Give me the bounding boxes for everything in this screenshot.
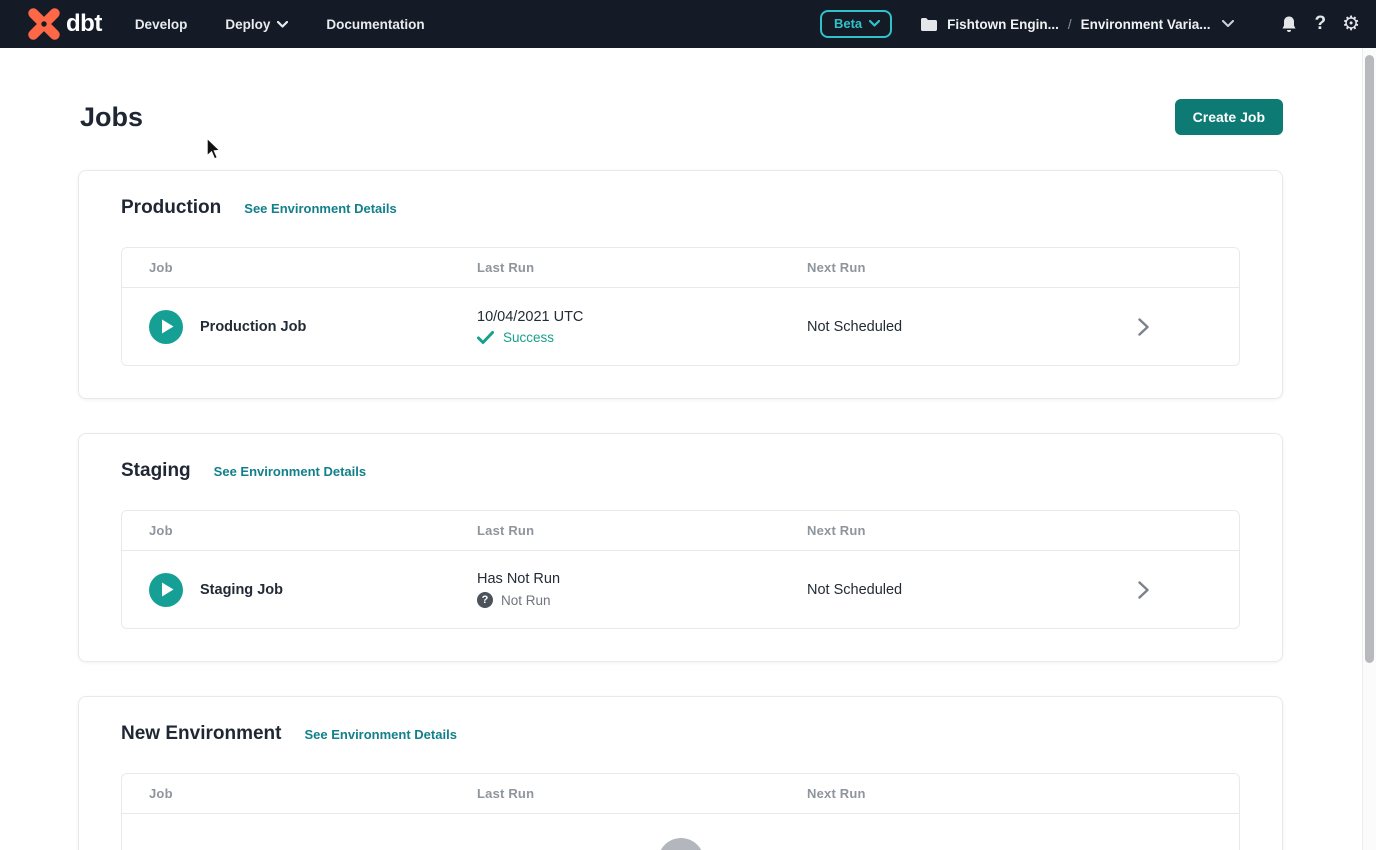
nav-right: Beta Fishtown Engin... / Environment Var… [820,10,1360,38]
gear-icon: ⚙ [1342,14,1360,34]
nav-link-develop[interactable]: Develop [135,17,188,32]
environment-card-header: New Environment See Environment Details [121,723,1240,745]
last-run-cell: Has Not Run ? Not Run [477,571,807,608]
nav-link-deploy[interactable]: Deploy [225,17,288,32]
column-header-job: Job [122,523,477,538]
play-icon [161,582,174,597]
page-header: Jobs Create Job [78,98,1283,136]
breadcrumb-project[interactable]: Fishtown Engin... [947,17,1059,32]
last-run-status: ? Not Run [477,592,807,608]
beta-label: Beta [834,16,862,31]
create-job-button[interactable]: Create Job [1175,99,1283,135]
column-header-last-run: Last Run [477,523,807,538]
last-run-date: Has Not Run [477,571,807,587]
row-chevron[interactable] [1138,318,1240,336]
last-run-status: Success [477,330,807,345]
dbt-logo-icon [26,6,62,42]
primary-nav: Develop Deploy Documentation [135,17,463,32]
environment-name: New Environment [121,723,281,745]
chevron-down-icon [1222,20,1234,28]
job-row-staging[interactable]: Staging Job Has Not Run ? Not Run Not Sc… [122,551,1239,628]
run-job-button[interactable] [149,573,183,607]
row-chevron[interactable] [1138,581,1240,599]
dbt-logo[interactable]: dbt [26,6,102,42]
jobs-table: Job Last Run Next Run Production Job 10/… [121,247,1240,366]
nav-link-develop-label: Develop [135,17,188,32]
run-job-button[interactable] [149,310,183,344]
column-header-job: Job [122,260,477,275]
vertical-scrollbar-thumb[interactable] [1365,55,1374,663]
jobs-table-header: Job Last Run Next Run [122,248,1239,288]
main-content: Jobs Create Job Production See Environme… [78,98,1283,850]
chevron-down-icon [869,20,880,27]
breadcrumb-dropdown[interactable] [1222,20,1234,28]
column-header-next-run: Next Run [807,260,1138,275]
environment-card-header: Staging See Environment Details [121,460,1240,482]
column-header-last-run: Last Run [477,260,807,275]
job-cell: Production Job [122,310,477,344]
dbt-wordmark: dbt [66,10,102,38]
bell-icon [1280,15,1298,34]
vertical-scrollbar-track[interactable] [1362,48,1376,850]
beta-dropdown[interactable]: Beta [820,10,892,38]
folder-icon [920,17,938,32]
breadcrumb-separator: / [1068,17,1072,32]
check-icon [477,331,494,344]
help-icon: ? [1314,13,1326,35]
see-environment-details-link[interactable]: See Environment Details [244,201,396,216]
jobs-table-header: Job Last Run Next Run [122,511,1239,551]
help-button[interactable]: ? [1314,13,1326,35]
chevron-right-icon [1138,581,1149,599]
job-name: Staging Job [200,582,283,598]
top-nav: dbt Develop Deploy Documentation Beta Fi… [0,0,1376,48]
environment-card-production: Production See Environment Details Job L… [78,170,1283,399]
play-icon [161,319,174,334]
page-title: Jobs [80,102,143,133]
column-header-next-run: Next Run [807,523,1138,538]
empty-jobs-state: ? [122,814,1239,850]
jobs-table-header: Job Last Run Next Run [122,774,1239,814]
see-environment-details-link[interactable]: See Environment Details [304,727,456,742]
breadcrumb-page[interactable]: Environment Varia... [1081,17,1211,32]
next-run-cell: Not Scheduled [807,319,1138,335]
nav-link-deploy-label: Deploy [225,17,270,32]
status-label: Success [503,330,554,345]
chevron-down-icon [277,21,288,28]
environment-card-header: Production See Environment Details [121,197,1240,219]
question-circle-icon: ? [477,592,493,608]
column-header-last-run: Last Run [477,786,807,801]
last-run-date: 10/04/2021 UTC [477,309,807,325]
next-run-cell: Not Scheduled [807,582,1138,598]
job-name: Production Job [200,319,306,335]
environment-name: Staging [121,460,191,482]
job-row-production[interactable]: Production Job 10/04/2021 UTC Success No… [122,288,1239,365]
nav-link-documentation[interactable]: Documentation [326,17,424,32]
nav-icons: ? ⚙ [1264,13,1360,35]
status-label: Not Run [501,593,551,608]
job-cell: Staging Job [122,573,477,607]
environment-card-staging: Staging See Environment Details Job Last… [78,433,1283,662]
notifications-button[interactable] [1280,15,1298,34]
jobs-table: Job Last Run Next Run Staging Job Has No… [121,510,1240,629]
last-run-cell: 10/04/2021 UTC Success [477,309,807,345]
settings-button[interactable]: ⚙ [1342,14,1360,34]
question-circle-icon: ? [658,838,704,850]
column-header-job: Job [122,786,477,801]
breadcrumb: Fishtown Engin... / Environment Varia... [920,17,1234,32]
environment-name: Production [121,197,221,219]
see-environment-details-link[interactable]: See Environment Details [214,464,366,479]
chevron-right-icon [1138,318,1149,336]
jobs-table: Job Last Run Next Run ? [121,773,1240,850]
column-header-next-run: Next Run [807,786,1138,801]
nav-link-documentation-label: Documentation [326,17,424,32]
environment-card-new-environment: New Environment See Environment Details … [78,696,1283,850]
